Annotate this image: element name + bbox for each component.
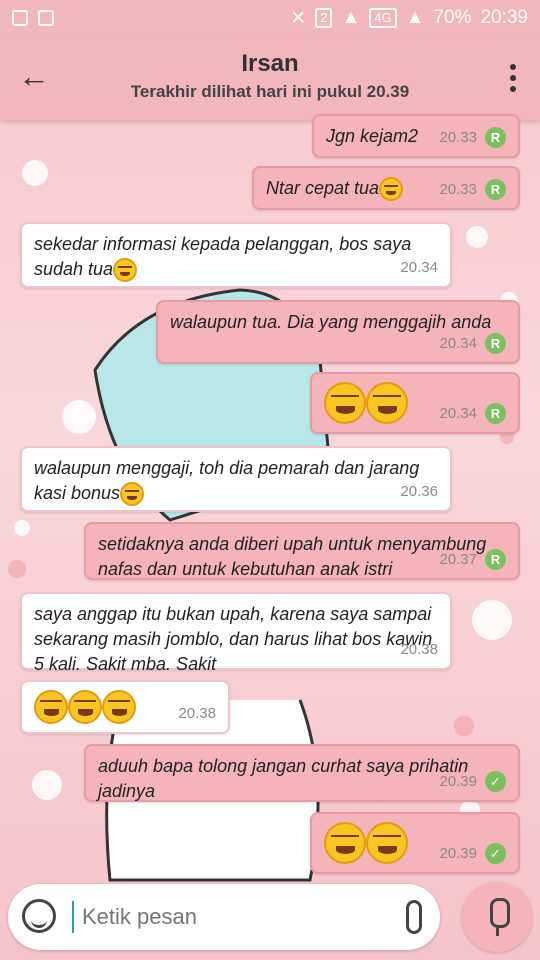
message-time: 20.38 <box>400 641 438 658</box>
laughing-emoji-icon <box>34 690 68 724</box>
message-text: walaupun menggaji, toh dia pemarah dan j… <box>34 458 420 503</box>
message-bubble-outgoing[interactable]: walaupun tua. Dia yang menggajih anda 20… <box>156 300 520 364</box>
laughing-emoji-icon <box>102 690 136 724</box>
laughing-emoji-icon <box>379 177 404 202</box>
paperclip-icon[interactable] <box>406 900 422 934</box>
signal-icon: ▲ <box>405 7 425 28</box>
laughing-emoji-icon <box>324 822 366 864</box>
more-vertical-icon[interactable] <box>510 64 518 94</box>
status-badge: R <box>485 179 506 200</box>
message-time: 20.34 <box>439 335 477 352</box>
message-time: 20.33 <box>439 181 477 198</box>
battery-level: 70% <box>433 7 472 28</box>
message-time: 20.37 <box>439 551 477 568</box>
message-time: 20.34 <box>439 405 477 422</box>
status-badge: R <box>485 127 506 148</box>
notification-icon <box>38 10 54 26</box>
message-bubble-incoming[interactable]: 20.38 <box>20 680 230 734</box>
sim-indicator: 2 <box>315 8 333 28</box>
message-bubble-outgoing[interactable]: setidaknya anda diberi upah untuk menyam… <box>84 522 520 580</box>
laughing-emoji-icon <box>366 822 408 864</box>
laughing-emoji-icon <box>68 690 102 724</box>
read-check-icon: ✓ <box>485 771 506 792</box>
message-bubble-outgoing[interactable]: 20.39 ✓ <box>310 812 520 874</box>
laughing-emoji-icon <box>113 258 138 283</box>
status-badge: R <box>485 549 506 570</box>
clock: 20:39 <box>480 7 528 28</box>
laughing-emoji-icon <box>366 382 408 424</box>
message-bubble-outgoing[interactable]: Ntar cepat tua 20.33 R <box>252 166 520 210</box>
message-composer <box>8 884 440 950</box>
status-badge: R <box>485 333 506 354</box>
mute-icon: ✕ <box>290 7 307 29</box>
message-time: 20.34 <box>400 259 438 276</box>
message-input[interactable] <box>72 901 372 933</box>
laughing-emoji-icon <box>120 482 145 507</box>
chat-header: ← Irsan Terakhir dilihat hari ini pukul … <box>0 36 540 120</box>
message-text: walaupun tua. Dia yang menggajih anda <box>170 312 492 332</box>
last-seen: Terakhir dilihat hari ini pukul 20.39 <box>130 82 410 101</box>
message-text: setidaknya anda diberi upah untuk menyam… <box>98 534 487 579</box>
status-bar: ✕ 2 ▲ 4G ▲ 70% 20:39 <box>0 0 540 36</box>
contact-name: Irsan <box>241 50 299 77</box>
message-bubble-incoming[interactable]: saya anggap itu bukan upah, karena saya … <box>20 592 452 674</box>
contact-info[interactable]: Irsan Terakhir dilihat hari ini pukul 20… <box>0 50 540 102</box>
message-text: Ntar cepat tua <box>266 178 380 198</box>
message-text: sekedar informasi kepada pelanggan, bos … <box>34 234 412 279</box>
read-check-icon: ✓ <box>485 843 506 864</box>
status-badge: R <box>485 403 506 424</box>
message-text: aduuh bapa tolong jangan curhat saya pri… <box>98 756 469 801</box>
message-time: 20.39 <box>439 773 477 790</box>
message-bubble-incoming[interactable]: sekedar informasi kepada pelanggan, bos … <box>20 222 452 288</box>
message-bubble-outgoing[interactable]: Jgn kejam2 20.33 R <box>312 114 520 158</box>
message-text: Jgn kejam2 <box>326 126 419 146</box>
signal-icon: ▲ <box>341 7 361 28</box>
notification-icon <box>12 10 28 26</box>
network-indicator: 4G <box>369 8 397 28</box>
message-text: saya anggap itu bukan upah, karena saya … <box>34 604 433 674</box>
message-bubble-outgoing[interactable]: 20.34 R <box>310 372 520 434</box>
message-time: 20.39 <box>439 845 477 862</box>
smiley-icon[interactable] <box>22 899 56 933</box>
message-time: 20.38 <box>178 705 216 722</box>
microphone-icon[interactable] <box>462 882 532 952</box>
message-bubble-outgoing[interactable]: aduuh bapa tolong jangan curhat saya pri… <box>84 744 520 802</box>
message-time: 20.36 <box>400 483 438 500</box>
message-bubble-incoming[interactable]: walaupun menggaji, toh dia pemarah dan j… <box>20 446 452 512</box>
laughing-emoji-icon <box>324 382 366 424</box>
message-time: 20.33 <box>439 129 477 146</box>
